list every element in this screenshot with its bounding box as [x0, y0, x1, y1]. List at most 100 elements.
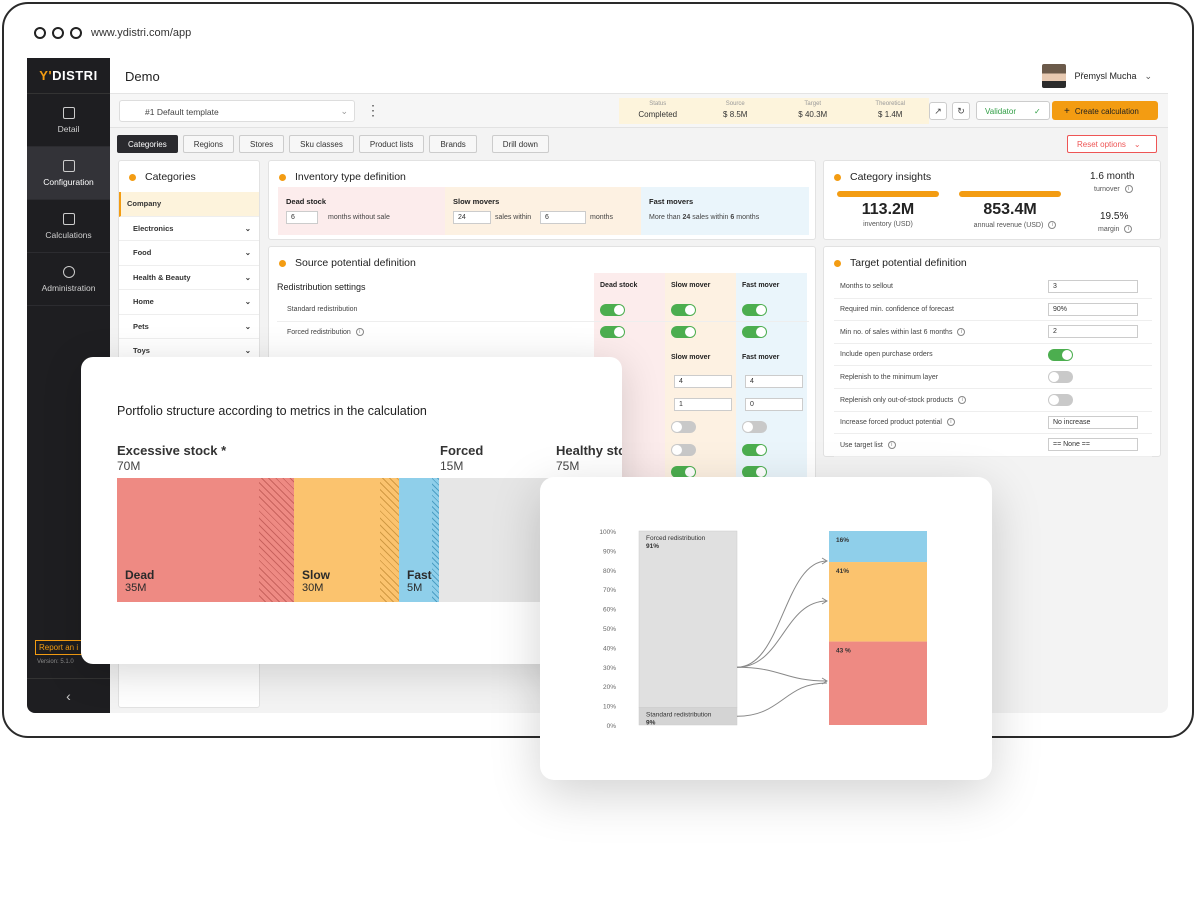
- min-sales-input[interactable]: 2: [1048, 325, 1138, 339]
- nav-detail[interactable]: Detail: [27, 94, 110, 147]
- chevron-down-icon: ⌄: [340, 106, 348, 116]
- forced-fast-toggle[interactable]: [742, 326, 767, 338]
- info-icon[interactable]: i: [946, 418, 955, 427]
- window-dot[interactable]: [34, 27, 46, 39]
- slow-input-1[interactable]: 4: [674, 375, 732, 388]
- tab-product-lists[interactable]: Product lists: [358, 135, 425, 153]
- reset-options-button[interactable]: Reset options ⌄: [1067, 135, 1157, 153]
- info-icon[interactable]: i: [887, 440, 896, 449]
- standard-dead-toggle[interactable]: [600, 304, 625, 316]
- category-item[interactable]: Company: [119, 192, 259, 217]
- fast-input-1[interactable]: 4: [745, 375, 803, 388]
- forecast-confidence-input[interactable]: 90%: [1048, 302, 1138, 316]
- tab-sku-classes[interactable]: Sku classes: [289, 135, 354, 153]
- out-of-stock-toggle[interactable]: [1048, 393, 1073, 406]
- info-icon[interactable]: i: [1048, 221, 1057, 229]
- target-list-select[interactable]: == None ==: [1048, 438, 1138, 452]
- fast-suffix: months: [736, 214, 760, 221]
- window-dot[interactable]: [70, 27, 82, 39]
- row-label-wrap: Increase forced product potential i: [840, 418, 955, 427]
- months-to-sellout-input[interactable]: 3: [1048, 280, 1138, 294]
- category-item[interactable]: Health & Beauty ⌄: [119, 266, 259, 290]
- panel-header: Categories: [119, 161, 259, 192]
- chevron-down-icon[interactable]: ⌄: [245, 273, 251, 282]
- refresh-button[interactable]: ↻: [952, 102, 970, 120]
- source-segment-value: 9%: [646, 720, 656, 727]
- window-dot[interactable]: [52, 27, 64, 39]
- standard-slow-toggle[interactable]: [671, 304, 696, 316]
- standard-fast-toggle[interactable]: [742, 304, 767, 316]
- tab-categories[interactable]: Categories: [117, 135, 178, 153]
- dead-stock-months-input[interactable]: 6: [286, 211, 318, 224]
- validator-button[interactable]: Validator ✓: [976, 101, 1050, 120]
- check-icon: ✓: [1033, 107, 1041, 116]
- calculator-icon: [62, 212, 75, 225]
- option-toggle[interactable]: [742, 421, 767, 433]
- chevron-down-icon[interactable]: ⌄: [245, 248, 251, 257]
- forced-redistribution-label: Forced redistribution: [287, 328, 351, 336]
- category-item[interactable]: Pets ⌄: [119, 315, 259, 339]
- flow-arrow: [736, 666, 828, 682]
- slow-input-2[interactable]: 1: [674, 398, 732, 411]
- stat-label: Status: [649, 101, 667, 107]
- chevron-down-icon[interactable]: ⌄: [245, 322, 251, 331]
- reset-label: Reset options: [1077, 140, 1126, 149]
- user-menu[interactable]: Přemysl Mucha ⌄: [1042, 64, 1152, 88]
- nav-administration[interactable]: Administration: [27, 253, 110, 306]
- report-issue-button[interactable]: Report an i: [35, 640, 83, 655]
- open-po-toggle[interactable]: [1048, 348, 1073, 361]
- more-options-icon[interactable]: ⋮: [366, 102, 380, 118]
- create-calculation-button[interactable]: + Create calculation: [1052, 101, 1158, 120]
- target-row: Use target list i == None ==: [834, 434, 1152, 457]
- nav-configuration[interactable]: Configuration: [27, 147, 110, 200]
- tab-drill-down[interactable]: Drill down: [491, 135, 549, 153]
- slow-movers-months-input[interactable]: 6: [540, 211, 586, 224]
- column-head: Dead stock: [600, 282, 638, 289]
- collapse-sidebar-button[interactable]: ‹: [27, 678, 110, 713]
- stat-status: Status Completed: [619, 98, 697, 124]
- category-insights-panel: Category insights 113.2M inventory (USD)…: [823, 160, 1161, 240]
- stat-label: Target: [804, 101, 822, 107]
- category-item[interactable]: Food ⌄: [119, 241, 259, 266]
- target-segment-value: 16%: [836, 537, 849, 544]
- template-select[interactable]: #1 Default template ⌄: [119, 100, 355, 122]
- address-bar[interactable]: www.ydistri.com/app: [91, 27, 191, 39]
- target-row: Increase forced product potential i No inc…: [834, 412, 1152, 435]
- plus-icon: +: [1064, 106, 1070, 117]
- chevron-down-icon[interactable]: ⌄: [245, 224, 251, 233]
- tab-stores[interactable]: Stores: [239, 135, 285, 153]
- fast-forced-hatch: [432, 478, 439, 602]
- target-settings-list: Months to sellout 3 Required min. confide…: [834, 276, 1152, 457]
- category-item[interactable]: Home ⌄: [119, 290, 259, 315]
- nav-label: Detail: [57, 123, 80, 134]
- info-icon[interactable]: i: [1124, 185, 1133, 193]
- minimum-layer-toggle[interactable]: [1048, 371, 1073, 384]
- forced-dead-toggle[interactable]: [600, 326, 625, 338]
- source-segment-label: Standard redistribution: [646, 712, 712, 719]
- fast-input-2[interactable]: 0: [745, 398, 803, 411]
- info-icon[interactable]: i: [1124, 225, 1133, 233]
- info-icon[interactable]: i: [958, 395, 967, 404]
- panel-title: Source potential definition: [295, 257, 416, 269]
- chevron-down-icon[interactable]: ⌄: [245, 346, 251, 355]
- tab-brands[interactable]: Brands: [429, 135, 477, 153]
- chevron-down-icon[interactable]: ⌄: [245, 297, 251, 306]
- flow-arrow: [736, 682, 828, 717]
- fast-mid: sales within: [692, 214, 729, 221]
- option-toggle[interactable]: [671, 444, 696, 456]
- flow-arrow: [736, 560, 828, 668]
- panel-header: Category insights: [834, 171, 931, 183]
- info-icon[interactable]: i: [355, 328, 364, 336]
- info-icon[interactable]: i: [957, 327, 966, 336]
- category-item[interactable]: Electronics ⌄: [119, 217, 259, 241]
- option-toggle[interactable]: [671, 421, 696, 433]
- external-link-button[interactable]: ↗: [929, 102, 947, 120]
- nav-calculations[interactable]: Calculations: [27, 200, 110, 253]
- logo[interactable]: Y' DISTRI: [27, 58, 110, 94]
- forced-potential-select[interactable]: No increase: [1048, 415, 1138, 429]
- option-toggle[interactable]: [742, 444, 767, 456]
- slow-movers-sales-input[interactable]: 24: [453, 211, 491, 224]
- tab-regions[interactable]: Regions: [182, 135, 235, 153]
- detail-icon: [62, 106, 75, 119]
- forced-slow-toggle[interactable]: [671, 326, 696, 338]
